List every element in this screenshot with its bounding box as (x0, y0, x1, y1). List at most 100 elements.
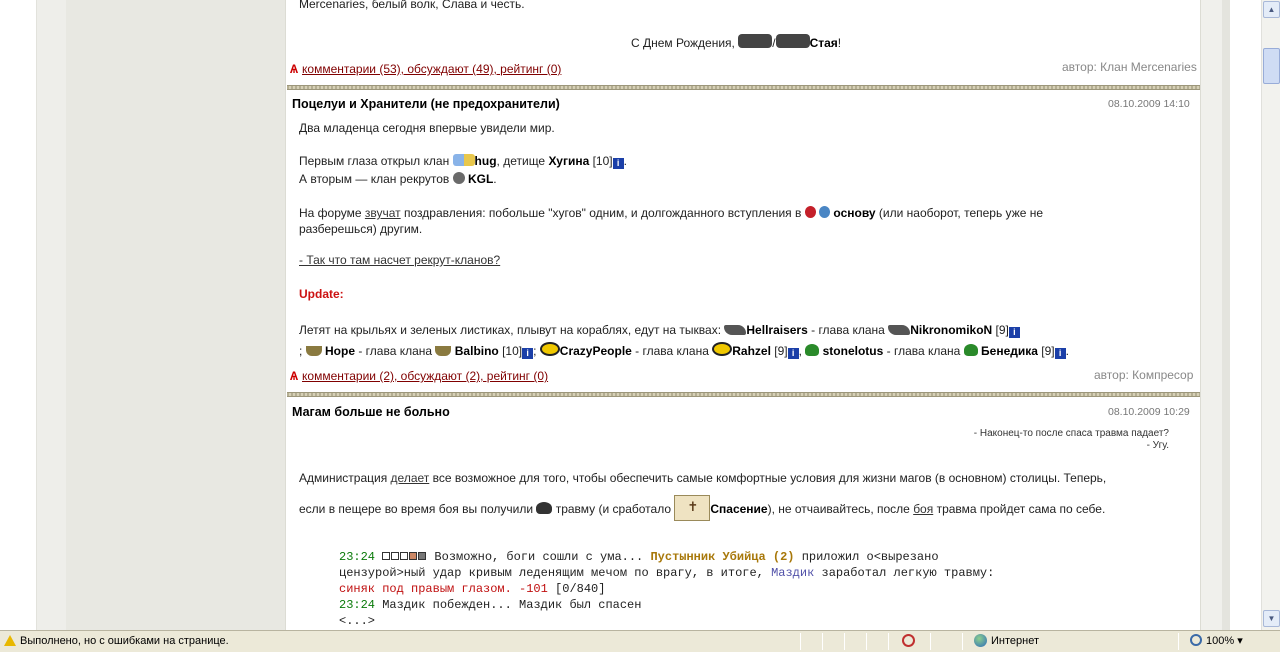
browser-status-bar: Выполнено, но с ошибками на странице. Ин… (0, 630, 1280, 652)
status-message[interactable]: Выполнено, но с ошибками на странице. (4, 633, 229, 650)
clan-hope-icon[interactable] (435, 346, 452, 356)
log-text: приложил о<вырезано (794, 550, 939, 564)
post1-comments-label[interactable]: комментарии (53), обсуждают (49), рейтин… (302, 62, 561, 76)
fly-line1-prefix: Летят на крыльях и зеленых листиках, плы… (299, 323, 725, 337)
user-rahzel-level: [9] (770, 344, 788, 358)
zone-label: Интернет (991, 635, 1039, 647)
clan-kgl-icon[interactable] (452, 172, 465, 184)
log-text: Маздик побежден... Маздик был спасен (375, 598, 642, 612)
clan-crazypeople-icon[interactable] (712, 342, 733, 356)
globe-icon (974, 634, 987, 647)
user-info-icon[interactable]: i (612, 158, 624, 169)
clan-hug-name[interactable]: hug (475, 154, 497, 168)
post3-para2: если в пещере во время боя вы получили т… (299, 495, 1105, 521)
comments-marker-icon: Ѧ (290, 369, 299, 383)
hit-square-icon (400, 552, 409, 560)
para2-after: ), не отчаивайтесь, после (767, 502, 914, 516)
user-balbino-level: [10] (498, 344, 523, 358)
right-border-decoration-outer (1222, 0, 1230, 630)
post2-comments-label[interactable]: комментарии (2), обсуждают (2), рейтинг … (302, 369, 548, 383)
post3-title[interactable]: Магам больше не больно (292, 405, 450, 419)
zoom-dropdown-caret[interactable]: ▾ (1237, 635, 1243, 647)
forum-mid: поздравления: побольше "хугов" одним, и … (400, 206, 805, 220)
post2-forum-line: На форуме звучат поздравления: побольше … (299, 206, 1188, 220)
post2-comments-link[interactable]: Ѧкомментарии (2), обсуждают (2), рейтинг… (290, 369, 548, 383)
user-info-icon[interactable]: i (1008, 327, 1020, 338)
clan-crazypeople-icon[interactable] (539, 342, 560, 356)
popup-blocked-indicator[interactable] (902, 633, 915, 650)
status-text: Выполнено, но с ошибками на странице. (20, 635, 229, 647)
clan-hug-icon[interactable] (452, 154, 475, 166)
log-defender-name[interactable]: Маздик (771, 566, 814, 580)
clan-hellraisers-icon[interactable] (888, 325, 911, 335)
popup-blocked-icon[interactable] (902, 634, 915, 647)
post3-date: 08.10.2009 10:29 (1108, 406, 1190, 418)
log-text: цензурой>ный удар кривым леденящим мечом… (339, 566, 772, 580)
fly-line2-semi: ; (299, 344, 306, 358)
question-link-label[interactable]: - Так что там насчет рекрут-кланов? (299, 253, 500, 267)
vertical-scrollbar[interactable]: ▲ ▼ (1261, 0, 1280, 630)
post1-author: автор: Клан Mercenaries (1062, 60, 1197, 74)
user-balbino-name[interactable]: Balbino (455, 344, 499, 358)
post2-line3: А вторым — клан рекрутов KGL. (299, 172, 497, 186)
post3-epigraph2: - Угу. (1146, 440, 1169, 451)
clan-hope-icon[interactable] (305, 346, 322, 356)
clan-stonelotus-icon[interactable] (963, 344, 978, 356)
user-nikronomikon-name[interactable]: NikronomikoN (910, 323, 992, 337)
status-divider (866, 633, 867, 650)
user-hugin-name[interactable]: Хугина (548, 154, 589, 168)
birthday-prefix: С Днем Рождения, (631, 36, 739, 50)
clan-stonelotus-icon[interactable] (805, 344, 820, 356)
zoom-control[interactable]: 100% ▾ (1190, 633, 1243, 650)
user-info-icon[interactable]: i (1054, 348, 1066, 359)
scroll-down-button[interactable]: ▼ (1263, 610, 1280, 627)
para2-prefix: если в пещере во время боя вы получили (299, 502, 537, 516)
para2-link[interactable]: боя (913, 502, 933, 516)
user-info-icon[interactable]: i (522, 348, 534, 359)
para1-link[interactable]: делает (391, 471, 430, 485)
birthday-name: Стая (809, 36, 838, 50)
user-hugin-level: [10] (589, 154, 613, 168)
clan-hope-name[interactable]: Hope (325, 344, 355, 358)
scroll-thumb[interactable] (1263, 48, 1280, 84)
hit-square-icon (382, 552, 391, 560)
battle-log-line5: <...> (339, 613, 375, 629)
post2-title[interactable]: Поцелуи и Хранители (не предохранители) (292, 97, 560, 111)
user-benedika-name[interactable]: Бенедика (981, 344, 1038, 358)
salvation-scroll-icon[interactable] (674, 495, 711, 521)
clan-kgl-name[interactable]: KGL (468, 172, 493, 186)
fly-head4: - глава клана (883, 344, 964, 358)
clan-red-icon (804, 206, 816, 218)
scroll-up-button[interactable]: ▲ (1263, 1, 1280, 18)
user-info-icon[interactable]: i (787, 348, 799, 359)
log-hp: [0/840] (547, 582, 606, 596)
post2-line3-prefix: А вторым — клан рекрутов (299, 172, 453, 186)
post2-line1: Два младенца сегодня впервые увидели мир… (299, 121, 555, 135)
post2-question-link[interactable]: - Так что там насчет рекрут-кланов? (299, 253, 500, 267)
security-zone[interactable]: Интернет (974, 633, 1039, 650)
log-text: Возможно, боги сошли с ума... (427, 550, 651, 564)
post3-para1: Администрация делает все возможное для т… (299, 471, 1106, 485)
battle-log-line3: синяк под правым глазом. -101 [0/840] (339, 581, 605, 597)
zoom-icon (1190, 634, 1202, 646)
user-nikronomikon-level: [9] (992, 323, 1009, 337)
hit-square-icon (409, 552, 418, 560)
left-border-decoration (36, 0, 66, 630)
forum-link[interactable]: звучат (365, 206, 401, 220)
clan-hellraisers-name[interactable]: Hellraisers (746, 323, 807, 337)
clan-hellraisers-icon[interactable] (724, 325, 747, 335)
user-rahzel-name[interactable]: Rahzel (732, 344, 771, 358)
warning-icon[interactable] (4, 635, 16, 646)
clan-crazypeople-name[interactable]: CrazyPeople (560, 344, 632, 358)
clan-stonelotus-name[interactable]: stonelotus (823, 344, 884, 358)
user-benedika-level: [9] (1037, 344, 1055, 358)
log-time: 23:24 (339, 598, 376, 612)
post1-comments-link[interactable]: Ѧкомментарии (53), обсуждают (49), рейти… (290, 62, 561, 76)
post2-update-label: Update: (299, 287, 344, 301)
fly-head1: - глава клана (807, 323, 889, 337)
post2-line2-mid: , детище (496, 154, 549, 168)
page-viewport: Mercenaries, белый волк, Слава и честь. … (0, 0, 1261, 630)
log-attacker-name[interactable]: Пустынник Убийца (2) (650, 550, 794, 564)
birthday-suffix: ! (837, 36, 842, 50)
battle-log-line2: цензурой>ный удар кривым леденящим мечом… (339, 565, 994, 581)
